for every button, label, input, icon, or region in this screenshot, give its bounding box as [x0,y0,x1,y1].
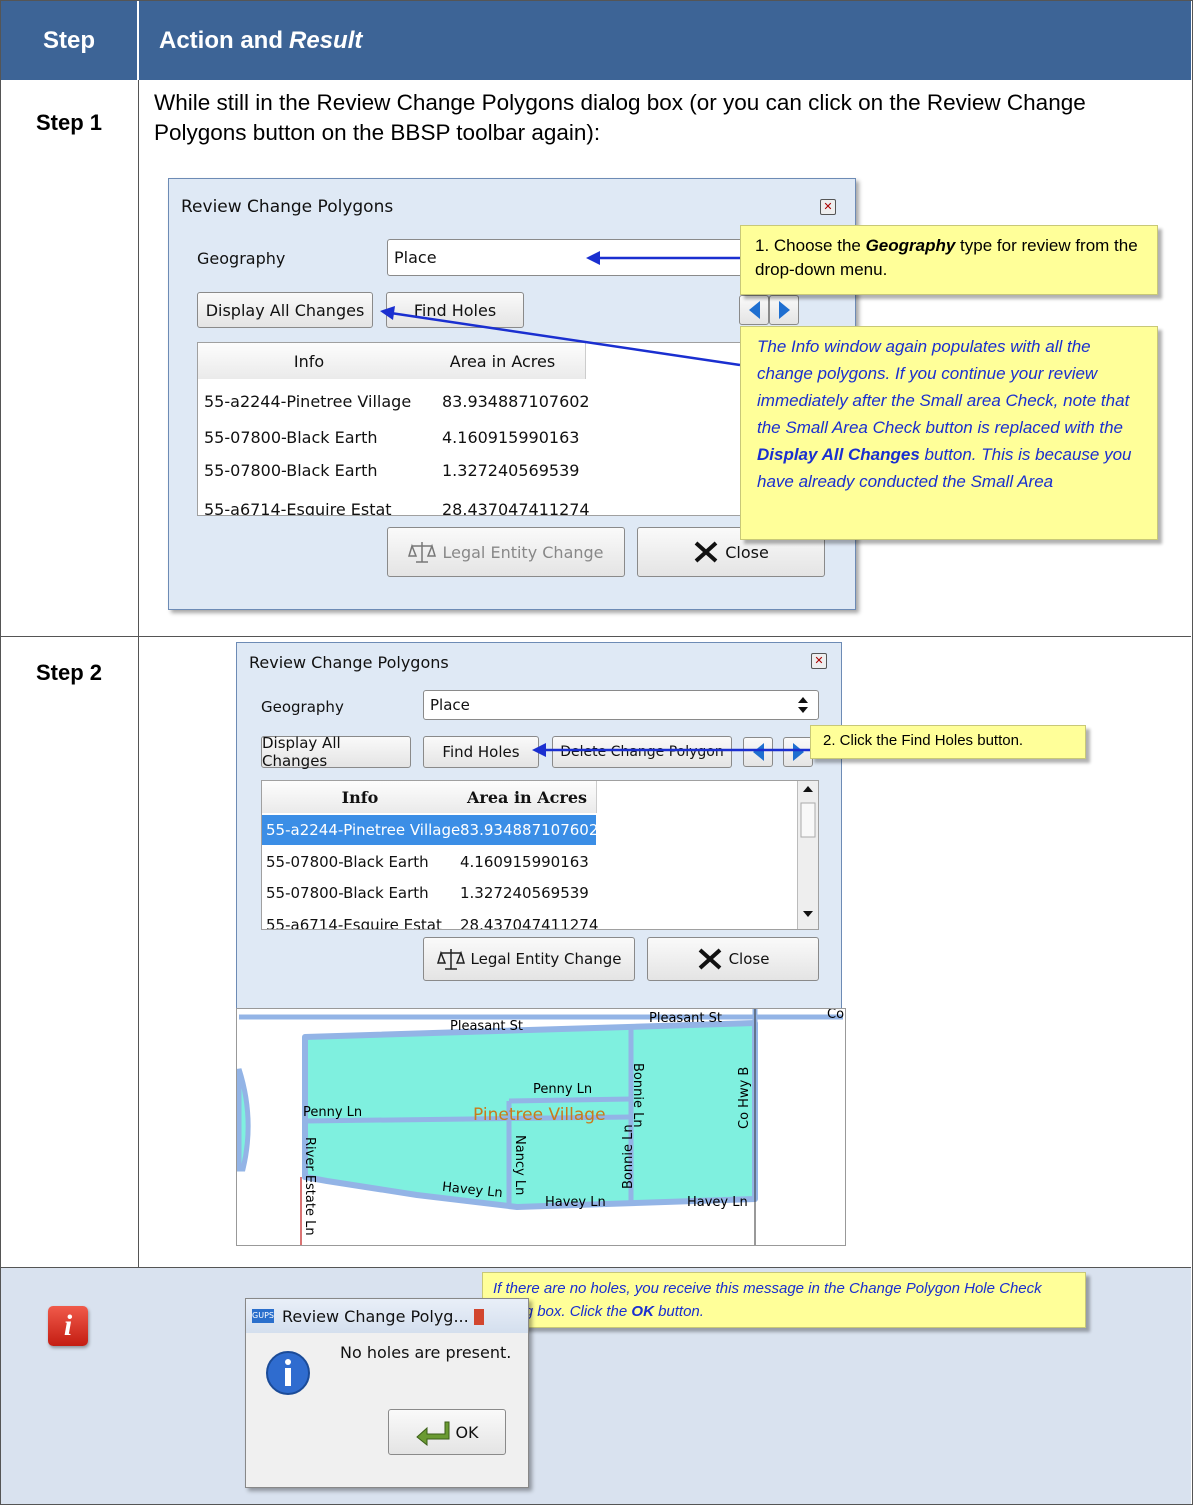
street-label: Havey Ln [687,1195,748,1210]
app-badge-icon: GUPS [252,1309,274,1323]
procedure-table: Step Action and Result Step 1 While stil… [0,0,1193,1505]
table-cell[interactable]: 55-07800-Black Earth [266,877,429,909]
hole-check-dialog: GUPS Review Change Polyg... No holes are… [245,1298,529,1488]
street-label: Penny Ln [303,1105,363,1120]
close-x-icon [698,948,721,970]
table-cell[interactable]: 55-a6714-Esquire Estat [266,909,442,929]
street-label: Havey Ln [545,1195,606,1210]
table-cell[interactable]: 28.437047411274 [460,909,598,929]
street-label: Bonnie Ln [621,1124,636,1189]
legal-entity-change-button[interactable]: Legal Entity Change [423,937,635,981]
table-cell[interactable]: 55-07800-Black Earth [266,846,429,878]
find-holes-callout: 2. Click the Find Holes button. [810,725,1086,759]
street-label: Pleasant St [649,1011,722,1026]
info-window-callout: The Info window again populates with all… [740,326,1158,540]
map-view[interactable]: Pleasant St Pleasant St Bonnie Ln Co Hwy… [236,1008,846,1246]
map-canvas [237,1009,843,1245]
scales-icon [436,949,465,970]
street-label: Pleasant St [450,1019,523,1034]
green-arrow-icon [416,1421,450,1446]
street-label: Penny Ln [533,1082,593,1097]
close-button[interactable]: Close [647,937,819,981]
ok-button[interactable]: OK [388,1409,506,1455]
street-label: Nancy Ln [512,1135,527,1196]
place-label: Pinetree Village [473,1105,606,1125]
no-holes-callout: If there are no holes, you receive this … [482,1272,1086,1328]
info-icon: i [48,1306,88,1346]
street-label: Bonnie Ln [630,1063,645,1128]
dialog-title: Review Change Polyg... [282,1307,469,1326]
step1-arrows [380,251,741,367]
information-icon [266,1351,310,1395]
street-label: Co [827,1008,845,1022]
street-label: Co Hwy B [737,1066,752,1129]
geography-callout: 1. Choose the Geography type for review … [740,225,1158,295]
message-text: No holes are present. [340,1343,512,1362]
table-cell[interactable]: 4.160915990163 [460,846,589,878]
table-cell[interactable]: 1.327240569539 [460,877,589,909]
close-icon[interactable] [474,1309,484,1325]
street-label: River Estate Ln [302,1137,317,1236]
